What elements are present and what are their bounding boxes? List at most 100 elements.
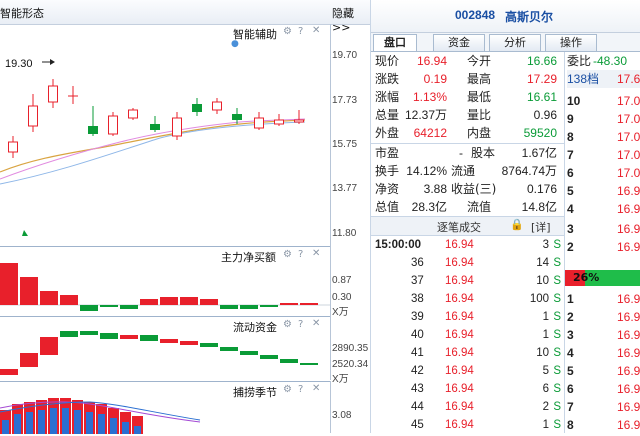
net-buy-bar xyxy=(220,305,238,309)
net-buy-bars xyxy=(0,263,330,311)
order-levels-label: 138档 xyxy=(567,72,600,86)
liquidity-bar xyxy=(120,335,138,339)
net-buy-bar xyxy=(120,305,138,309)
price-tick: 15.75 xyxy=(332,139,358,150)
trade-row: 39 16.94 1 S xyxy=(375,308,563,326)
trade-volume: 100 xyxy=(529,293,549,305)
candle-body xyxy=(150,124,160,130)
ask-row: 4 16.9 xyxy=(567,198,640,220)
quote-value: 16.66 xyxy=(526,54,557,68)
quote-label: 流值 xyxy=(467,200,492,214)
quote-value: 12.37万 xyxy=(404,108,447,122)
trade-detail-button[interactable]: [详] xyxy=(531,219,551,235)
quote-value: 59520 xyxy=(523,126,557,140)
tab-order-book[interactable]: 盘口 xyxy=(373,34,417,51)
trade-row: 36 16.94 14 S xyxy=(375,254,563,272)
trade-side: S xyxy=(553,311,561,323)
quote-row: 总量 12.37万 量比 0.96 xyxy=(375,106,557,124)
trade-time: 43 xyxy=(411,383,424,395)
net-buy-bar xyxy=(20,277,38,305)
fishing-season-inner-bar xyxy=(110,418,117,434)
candle-body xyxy=(8,141,18,153)
trade-side: S xyxy=(553,329,561,341)
trade-price: 16.94 xyxy=(445,293,474,305)
quote-row: 总值 28.3亿 流值 14.8亿 xyxy=(375,198,557,216)
trade-volume: 10 xyxy=(536,347,549,359)
candle-body xyxy=(254,117,264,129)
trade-row: 42 16.94 5 S xyxy=(375,362,563,380)
fishing-season-inner-bar xyxy=(122,422,129,434)
net-buy-tick: 0.87 xyxy=(332,275,352,286)
trade-row: 44 16.94 2 S xyxy=(375,398,563,416)
fishing-season-inner-bar xyxy=(26,412,33,434)
liquidity-bar xyxy=(100,333,118,339)
liquidity-bar xyxy=(20,353,38,367)
trade-row: 15:00:00 16.94 3 S xyxy=(375,236,563,254)
net-buy-bar xyxy=(160,297,178,305)
chart-area: 智能形态 隐藏>> 智能辅助 ⚙ ? ✕ ● 19.30 19.70 17.73… xyxy=(0,0,371,434)
fishing-season-inner-bar xyxy=(62,408,69,434)
trade-side: S xyxy=(553,419,561,431)
liquidity-bar xyxy=(60,331,78,337)
trade-side: S xyxy=(553,383,561,395)
net-buy-bar xyxy=(180,297,198,305)
tab-operation[interactable]: 操作 xyxy=(545,34,597,51)
quote-label: 流通 xyxy=(451,164,476,178)
tab-capital[interactable]: 资金 xyxy=(433,34,485,51)
trade-time: 41 xyxy=(411,347,424,359)
liquidity-tick: 2890.35 xyxy=(332,343,369,354)
net-buy-bar xyxy=(260,305,278,307)
candle-body xyxy=(274,119,284,125)
quote-value: 0.176 xyxy=(526,182,557,196)
quote-label: 股本 xyxy=(471,146,496,160)
trade-volume: 6 xyxy=(542,383,549,395)
stock-code: 002848 xyxy=(455,8,496,22)
liquidity-bar xyxy=(220,347,238,351)
trade-volume: 14 xyxy=(536,257,549,269)
net-buy-bar xyxy=(200,299,218,305)
trade-time: 45 xyxy=(411,419,424,431)
quote-value: 3.88 xyxy=(423,182,447,196)
net-buy-tick: 0.30 xyxy=(332,292,352,303)
net-buy-bar xyxy=(240,305,258,309)
ask-level: 2 xyxy=(567,240,574,254)
order-ratio-label: 委比 xyxy=(567,54,592,68)
trade-price: 16.94 xyxy=(445,311,474,323)
net-buy-bar xyxy=(40,291,58,305)
liquidity-panel: 流动资金 ⚙ ? ✕ xyxy=(0,316,330,381)
quote-value: 1.67亿 xyxy=(521,146,557,160)
fishing-season-inner-bar xyxy=(50,408,57,434)
liquidity-bar xyxy=(300,363,318,365)
trade-row: 40 16.94 1 S xyxy=(375,326,563,344)
tab-analysis[interactable]: 分析 xyxy=(489,34,541,51)
quote-value: 8764.74万 xyxy=(501,164,557,178)
bid-ask-balance-bar: 26% xyxy=(565,270,640,286)
bid-portion-label: 26% xyxy=(573,271,600,284)
trade-price: 16.94 xyxy=(445,383,474,395)
stock-name: 高斯贝尔 xyxy=(505,10,554,24)
order-levels-value: 17.6 xyxy=(617,72,640,86)
quote-panel: 002848 高斯贝尔 盘口 资金 分析 操作 现价 16.94 今开 16.6… xyxy=(371,0,640,433)
trade-time: 36 xyxy=(411,257,424,269)
quote-label: 换手 xyxy=(375,164,400,178)
fishing-season-inner-bar xyxy=(74,410,81,434)
lock-icon[interactable]: 🔒 xyxy=(510,218,524,231)
trade-price: 16.94 xyxy=(445,239,474,251)
trade-time: 15:00:00 xyxy=(375,239,422,251)
trade-price: 16.94 xyxy=(445,365,474,377)
liquidity-bar xyxy=(80,331,98,335)
candle-body xyxy=(88,126,98,134)
liquidity-bar xyxy=(180,341,198,345)
quote-tabs: 盘口 资金 分析 操作 xyxy=(371,33,640,52)
fishing-season-bars xyxy=(0,398,201,434)
trade-time: 40 xyxy=(411,329,424,341)
trade-volume: 1 xyxy=(542,329,549,341)
order-ratio: 委比 -48.30 xyxy=(567,52,640,70)
price-tick: 11.80 xyxy=(332,228,357,239)
ask-level: 4 xyxy=(567,202,574,216)
trade-row: 37 16.94 10 S xyxy=(375,272,563,290)
price-panel: 智能辅助 ⚙ ? ✕ ● 19.30 xyxy=(0,24,330,246)
trade-ticker-header: 逐笔成交 🔒 [详] xyxy=(371,216,564,236)
trade-row: 45 16.94 1 S xyxy=(375,416,563,434)
ask-price: 16.9 xyxy=(617,202,640,216)
